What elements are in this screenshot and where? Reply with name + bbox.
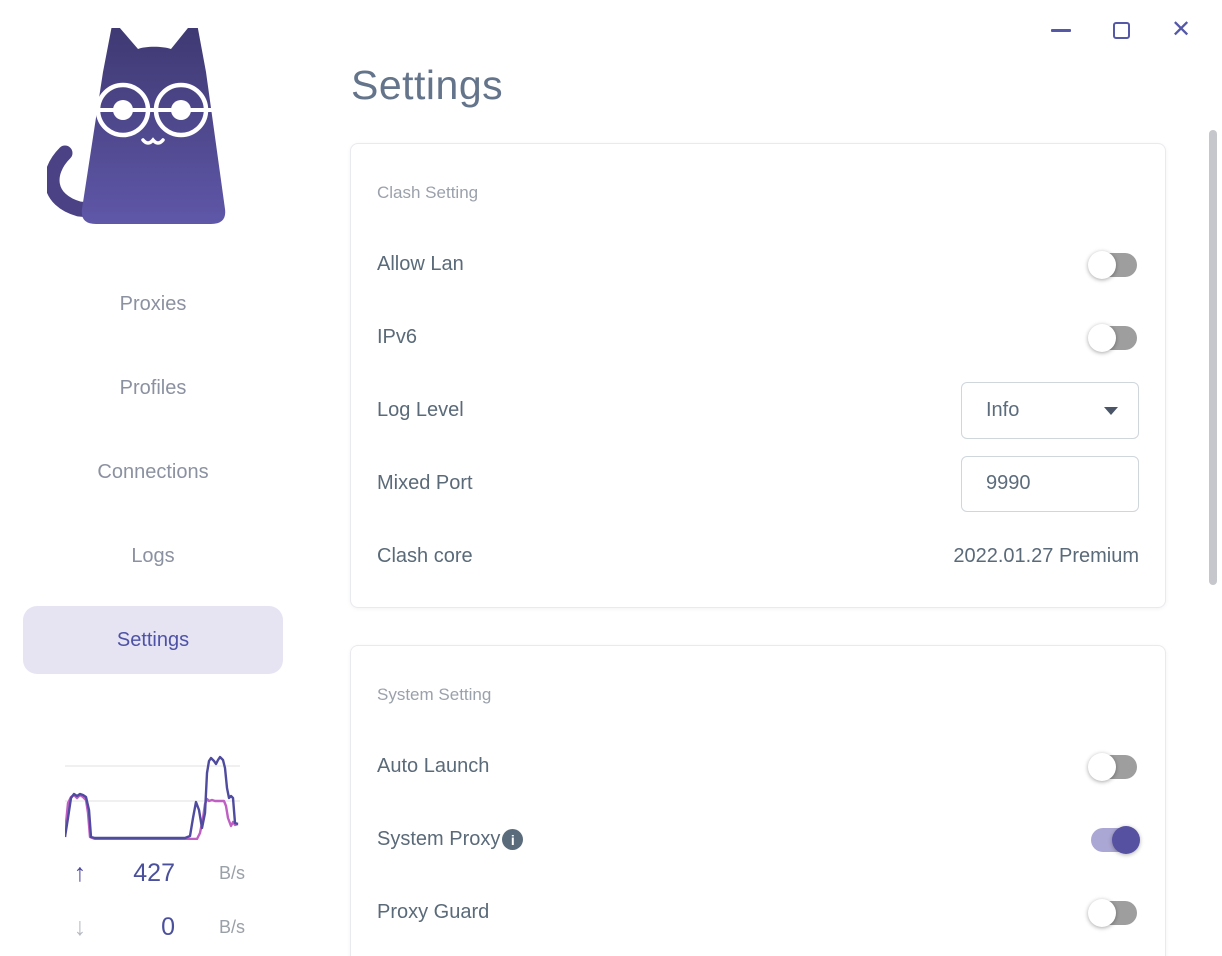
scrollbar-thumb[interactable] <box>1209 130 1217 585</box>
sidebar-item-settings[interactable]: Settings <box>23 606 283 674</box>
system-proxy-label: System Proxy i <box>377 828 524 851</box>
sidebar-item-label: Settings <box>116 628 190 651</box>
system-setting-card: System Setting Auto Launch System Proxy … <box>350 645 1166 956</box>
ipv6-row: IPv6 <box>377 301 1139 374</box>
allow-lan-toggle[interactable] <box>1088 250 1137 279</box>
page-title: Settings <box>351 62 504 108</box>
clash-cat-logo <box>44 18 237 231</box>
traffic-sparkline <box>63 753 240 845</box>
log-level-label: Log Level <box>377 399 464 421</box>
log-level-row: Log Level Info <box>377 374 1139 447</box>
download-speed-unit: B/s <box>218 916 245 937</box>
allow-lan-label: Allow Lan <box>377 253 464 275</box>
upload-speed-row: ↑ 427 B/s <box>60 853 245 893</box>
sidebar: Proxies Profiles Connections Logs Settin… <box>0 0 305 956</box>
ipv6-toggle[interactable] <box>1088 323 1137 352</box>
system-proxy-toggle[interactable] <box>1091 825 1140 854</box>
minimize-button[interactable] <box>1050 18 1072 42</box>
system-proxy-row: System Proxy i <box>377 803 1140 876</box>
card-section-header: System Setting <box>377 685 492 704</box>
mixed-port-input[interactable] <box>961 455 1139 512</box>
clash-core-label: Clash core <box>377 545 473 567</box>
upload-arrow-icon: ↑ <box>73 858 87 887</box>
clash-setting-card: Clash Setting Allow Lan IPv6 Log Level I… <box>350 143 1166 608</box>
close-icon: ✕ <box>1170 16 1192 43</box>
ipv6-label: IPv6 <box>377 326 418 348</box>
log-level-value: Info <box>986 399 1020 421</box>
proxy-guard-toggle[interactable] <box>1088 898 1137 927</box>
proxy-guard-label: Proxy Guard <box>377 901 490 923</box>
auto-launch-label: Auto Launch <box>377 755 490 777</box>
proxy-guard-row: Proxy Guard <box>377 876 1139 949</box>
sidebar-item-label: Proxies <box>119 292 187 315</box>
upload-speed-value: 427 <box>133 858 175 887</box>
caret-down-icon <box>1104 406 1118 415</box>
auto-launch-row: Auto Launch <box>377 730 1139 803</box>
clash-core-row: Clash core 2022.01.27 Premium <box>377 520 1139 593</box>
download-arrow-icon: ↓ <box>73 912 87 941</box>
maximize-button[interactable] <box>1110 18 1132 42</box>
sidebar-item-proxies[interactable]: Proxies <box>23 270 283 338</box>
minimize-icon <box>1051 28 1071 32</box>
mixed-port-row: Mixed Port <box>377 447 1139 520</box>
download-speed-value: 0 <box>161 912 175 941</box>
info-icon[interactable]: i <box>502 829 524 850</box>
sidebar-item-label: Profiles <box>119 376 187 399</box>
upload-line <box>63 755 239 840</box>
sidebar-item-label: Connections <box>97 460 209 483</box>
log-level-select[interactable]: Info <box>961 382 1139 439</box>
mixed-port-label: Mixed Port <box>377 472 473 494</box>
sidebar-item-label: Logs <box>131 544 175 567</box>
allow-lan-row: Allow Lan <box>377 228 1139 301</box>
upload-speed-unit: B/s <box>218 862 245 883</box>
download-speed-row: ↓ 0 B/s <box>60 907 245 947</box>
clash-core-version: 2022.01.27 Premium <box>953 545 1139 567</box>
maximize-icon <box>1112 21 1130 39</box>
sidebar-item-logs[interactable]: Logs <box>23 522 283 590</box>
card-section-header: Clash Setting <box>377 183 479 202</box>
clash-app-window: ✕ Proxies Profiles Connections Logs Sett… <box>0 0 1222 956</box>
window-controls: ✕ <box>1050 18 1192 42</box>
sidebar-item-connections[interactable]: Connections <box>23 438 283 506</box>
sidebar-nav: Proxies Profiles Connections Logs Settin… <box>23 270 283 674</box>
auto-launch-toggle[interactable] <box>1088 752 1137 781</box>
close-button[interactable]: ✕ <box>1170 18 1192 42</box>
sidebar-item-profiles[interactable]: Profiles <box>23 354 283 422</box>
